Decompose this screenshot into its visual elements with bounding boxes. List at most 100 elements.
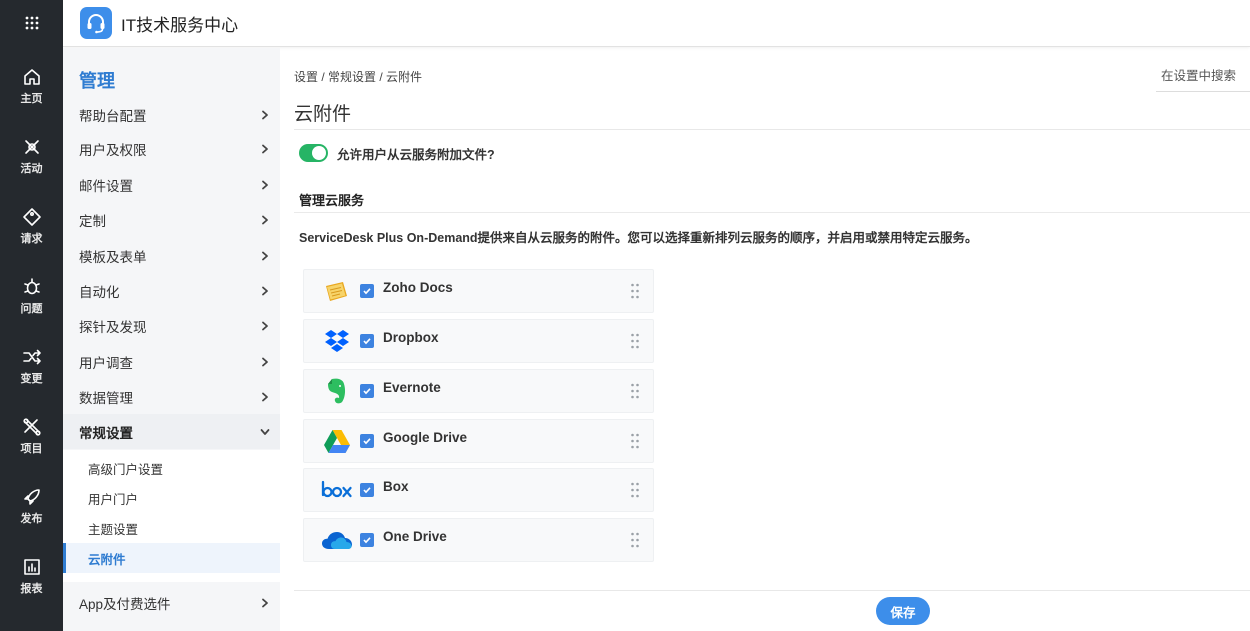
drag-handle-icon[interactable] <box>630 383 640 399</box>
zoho-docs-icon <box>320 276 354 306</box>
menu-item-templates-forms[interactable]: 模板及表单 <box>63 238 280 273</box>
menu-item-data-management[interactable]: 数据管理 <box>63 379 280 414</box>
section-description: ServiceDesk Plus On-Demand提供来自从云服务的附件。您可… <box>299 231 978 245</box>
nav-home[interactable]: 主页 <box>0 56 63 116</box>
problem-icon <box>23 277 40 294</box>
chevron-right-icon <box>262 251 268 260</box>
app-grid-icon[interactable] <box>0 0 63 46</box>
zoho-docs-checkbox[interactable] <box>360 284 374 298</box>
divider <box>294 129 1250 130</box>
allow-cloud-attach-label: 允许用户从云服务附加文件? <box>337 147 495 162</box>
menu-item-automation[interactable]: 自动化 <box>63 273 280 308</box>
menu-item-customization[interactable]: 定制 <box>63 202 280 237</box>
dropbox-icon <box>320 326 354 356</box>
change-icon <box>22 349 41 364</box>
box-checkbox[interactable] <box>360 483 374 497</box>
breadcrumb[interactable]: 设置 / 常规设置 / 云附件 <box>294 68 422 85</box>
menu-item-label: App及付费选件 <box>79 596 171 612</box>
menu-item-users-permissions[interactable]: 用户及权限 <box>63 131 280 166</box>
submenu-user-portal[interactable]: 用户门户 <box>63 483 280 513</box>
menu-item-label: 常规设置 <box>79 425 133 441</box>
drag-handle-icon[interactable] <box>630 333 640 349</box>
drag-handle-icon[interactable] <box>630 532 640 548</box>
nav-reports-label: 报表 <box>20 582 43 595</box>
allow-cloud-attach-row: 允许用户从云服务附加文件? <box>299 143 495 163</box>
nav-projects-label: 项目 <box>20 442 43 455</box>
menu-item-label: 自动化 <box>79 284 120 300</box>
page-title: 云附件 <box>294 104 352 125</box>
onedrive-icon <box>320 525 354 555</box>
checkmark-icon <box>363 388 371 395</box>
service-row-onedrive[interactable]: One Drive <box>303 518 654 562</box>
app-title: IT技术服务中心 <box>121 15 239 35</box>
nav-activity[interactable]: 活动 <box>0 126 63 186</box>
chevron-right-icon <box>262 286 268 295</box>
nav-reports[interactable]: 报表 <box>0 546 63 606</box>
nav-requests[interactable]: 请求 <box>0 196 63 256</box>
google-drive-checkbox[interactable] <box>360 434 374 448</box>
divider <box>294 590 1250 591</box>
submenu-theme-settings[interactable]: 主题设置 <box>63 513 280 543</box>
menu-item-mail-settings[interactable]: 邮件设置 <box>63 167 280 202</box>
service-name: Google Drive <box>383 429 468 445</box>
request-icon <box>22 207 41 226</box>
section-title: 管理云服务 <box>299 193 365 208</box>
menu-item-label: 模板及表单 <box>79 249 147 265</box>
allow-cloud-attach-toggle[interactable] <box>299 144 328 162</box>
nav-problems[interactable]: 问题 <box>0 266 63 326</box>
dropbox-checkbox[interactable] <box>360 334 374 348</box>
settings-menu: 管理 帮助台配置 用户及权限 邮件设置 定制 模板及表单 自动化 探针及发现 用… <box>63 48 280 631</box>
drag-handle-icon[interactable] <box>630 283 640 299</box>
evernote-checkbox[interactable] <box>360 384 374 398</box>
checkmark-icon <box>363 537 371 544</box>
chevron-right-icon <box>262 321 268 330</box>
google-drive-icon <box>320 426 354 456</box>
drag-handle-icon[interactable] <box>630 433 640 449</box>
chevron-right-icon <box>262 392 268 401</box>
save-button[interactable]: 保存 <box>876 597 930 625</box>
submenu-advanced-portal-settings[interactable]: 高级门户设置 <box>63 453 280 483</box>
box-icon <box>320 475 354 505</box>
menu-item-probes-discovery[interactable]: 探针及发现 <box>63 308 280 343</box>
onedrive-checkbox[interactable] <box>360 533 374 547</box>
service-row-zoho-docs[interactable]: Zoho Docs <box>303 269 654 313</box>
service-name: Zoho Docs <box>383 279 453 295</box>
menu-item-helpdesk-config[interactable]: 帮助台配置 <box>63 97 280 132</box>
menu-item-label: 用户及权限 <box>79 142 147 158</box>
chevron-down-icon <box>260 428 270 435</box>
service-row-google-drive[interactable]: Google Drive <box>303 419 654 463</box>
service-row-box[interactable]: Box <box>303 468 654 512</box>
nav-activity-label: 活动 <box>20 162 43 175</box>
menu-item-user-survey[interactable]: 用户调查 <box>63 344 280 379</box>
checkmark-icon <box>363 338 371 345</box>
menu-item-label: 定制 <box>79 213 106 229</box>
nav-releases[interactable]: 发布 <box>0 476 63 536</box>
service-name: Evernote <box>383 379 441 395</box>
chevron-right-icon <box>262 215 268 224</box>
checkmark-icon <box>363 487 371 494</box>
menu-item-apps-addons[interactable]: App及付费选件 <box>63 585 280 620</box>
nav-releases-label: 发布 <box>20 512 43 525</box>
checkmark-icon <box>363 288 371 295</box>
service-name: Box <box>383 478 409 494</box>
nav-problems-label: 问题 <box>20 302 43 315</box>
nav-projects[interactable]: 项目 <box>0 406 63 466</box>
menu-item-general-settings[interactable]: 常规设置 <box>63 414 280 449</box>
settings-search-input[interactable]: 在设置中搜索 <box>1156 62 1250 92</box>
release-icon <box>23 488 40 505</box>
menu-item-label: 邮件设置 <box>79 178 133 194</box>
top-header: IT技术服务中心 <box>63 0 1250 47</box>
service-row-evernote[interactable]: Evernote <box>303 369 654 413</box>
nav-requests-label: 请求 <box>20 232 43 245</box>
chevron-right-icon <box>262 180 268 189</box>
service-row-dropbox[interactable]: Dropbox <box>303 319 654 363</box>
general-settings-submenu: 高级门户设置 用户门户 主题设置 云附件 <box>63 450 280 582</box>
report-icon <box>23 558 40 575</box>
menu-title: 管理 <box>79 71 115 91</box>
nav-changes[interactable]: 变更 <box>0 336 63 396</box>
drag-handle-icon[interactable] <box>630 482 640 498</box>
home-icon <box>23 68 40 85</box>
submenu-cloud-attachments[interactable]: 云附件 <box>63 543 280 573</box>
chevron-right-icon <box>262 357 268 366</box>
chevron-right-icon <box>262 598 268 607</box>
